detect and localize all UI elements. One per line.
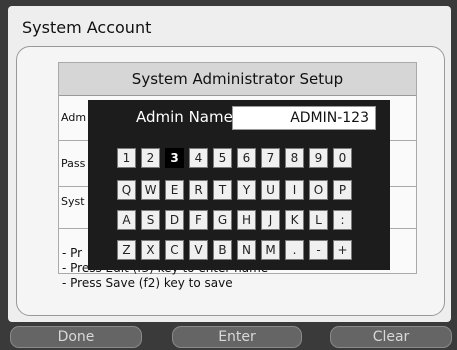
clear-button[interactable]: Clear [330,326,452,348]
key[interactable]: K [285,210,304,230]
keyboard-dialog: Admin Name ADMIN-123 1234567890 QWERTYUIO… [88,100,390,270]
key[interactable]: U [261,180,280,200]
key[interactable]: + [333,240,352,260]
window-title: System Account [22,18,152,37]
key[interactable]: R [189,180,208,200]
key[interactable]: H [237,210,256,230]
key[interactable]: Y [237,180,256,200]
bottom-button-bar: Done Enter Clear [0,322,457,350]
key[interactable]: 6 [237,148,256,168]
key[interactable]: X [141,240,160,260]
enter-button[interactable]: Enter [172,326,302,348]
key[interactable]: 8 [285,148,304,168]
key[interactable]: 5 [213,148,232,168]
admin-name-row-label[interactable]: Adm [61,111,86,124]
key[interactable]: - [309,240,328,260]
key[interactable]: E [165,180,184,200]
key[interactable]: 9 [309,148,328,168]
key[interactable]: Q [117,180,136,200]
instruction-line: - Press Save (f2) key to save [62,276,233,290]
key[interactable]: S [141,210,160,230]
key[interactable]: 3 [165,148,184,168]
key[interactable]: J [261,210,280,230]
key[interactable]: B [213,240,232,260]
key[interactable]: F [189,210,208,230]
system-row-label[interactable]: Syst [61,195,85,208]
key[interactable]: 2 [141,148,160,168]
key[interactable]: G [213,210,232,230]
key[interactable]: 7 [261,148,280,168]
admin-name-label: Admin Name [136,108,233,126]
key[interactable]: I [285,180,304,200]
key[interactable]: O [309,180,328,200]
done-button[interactable]: Done [10,326,142,348]
key[interactable]: T [213,180,232,200]
setup-header: System Administrator Setup [59,63,416,96]
key[interactable]: N [237,240,256,260]
key[interactable]: P [333,180,352,200]
key[interactable]: 1 [117,148,136,168]
key[interactable]: W [141,180,160,200]
key[interactable]: A [117,210,136,230]
key[interactable]: M [261,240,280,260]
admin-name-input[interactable]: ADMIN-123 [232,106,376,130]
key[interactable]: . [285,240,304,260]
key[interactable]: Z [117,240,136,260]
password-row-label[interactable]: Pass [61,157,85,170]
key[interactable]: L [309,210,328,230]
key[interactable]: 4 [189,148,208,168]
key[interactable]: : [333,210,352,230]
key[interactable]: V [189,240,208,260]
key[interactable]: C [165,240,184,260]
key[interactable]: D [165,210,184,230]
key[interactable]: 0 [333,148,352,168]
